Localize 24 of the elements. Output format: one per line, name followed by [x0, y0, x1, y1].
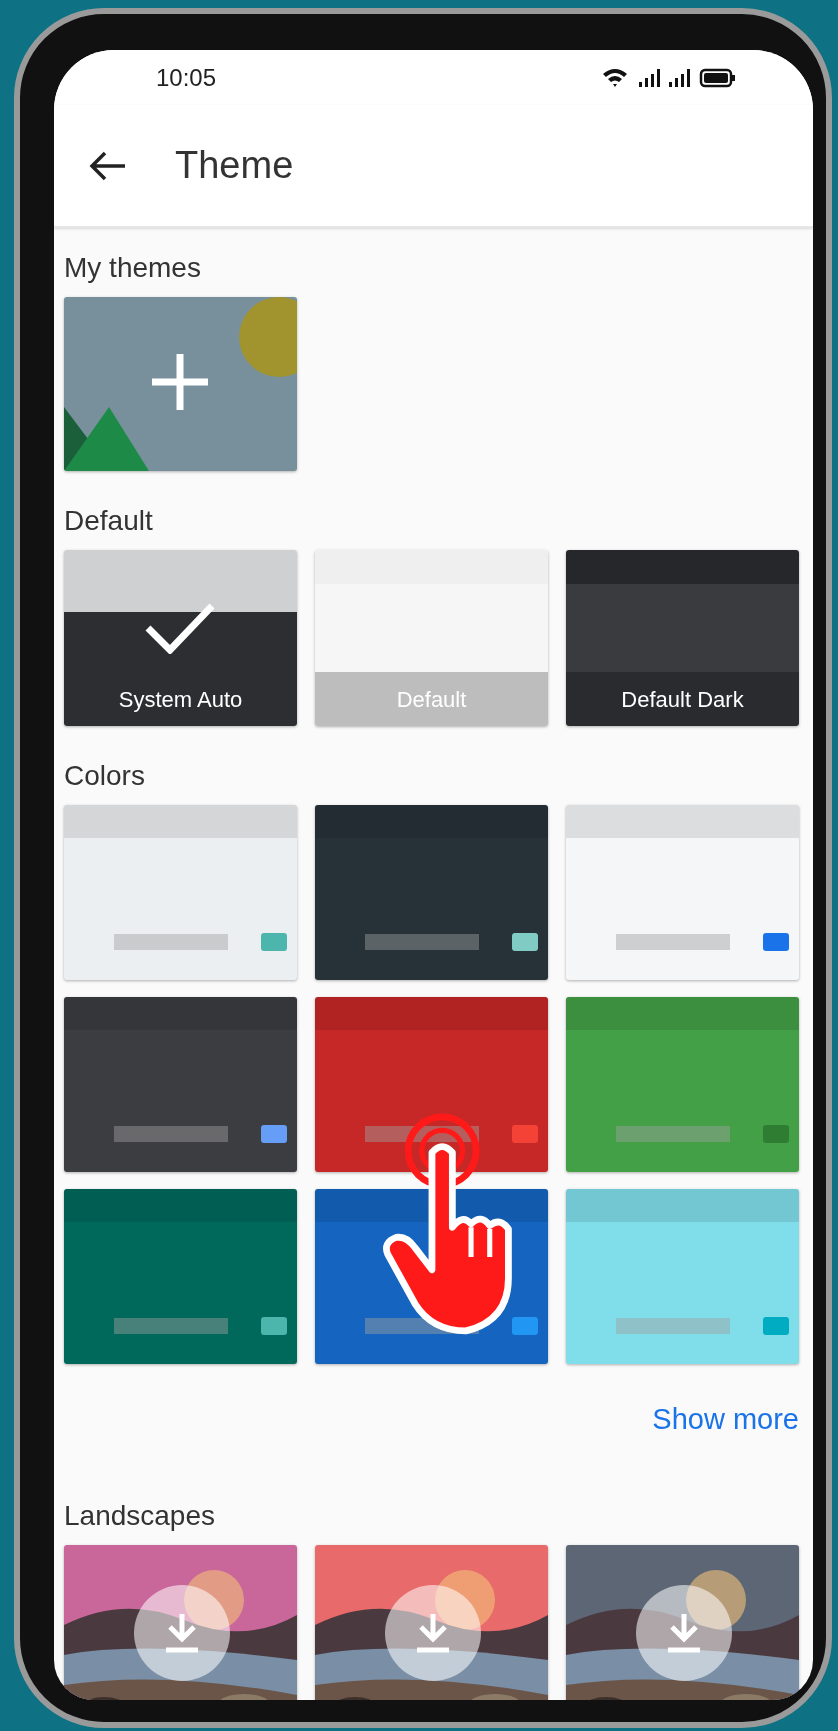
section-title: Colors: [64, 759, 146, 793]
color-theme-tile[interactable]: [64, 1189, 297, 1364]
color-theme-tile[interactable]: [566, 997, 799, 1172]
back-arrow-icon[interactable]: [89, 149, 127, 182]
landscape-plus-icon: [64, 297, 297, 471]
section-title: Default: [64, 504, 154, 538]
theme-tile[interactable]: System Auto: [64, 550, 297, 726]
color-theme-tile[interactable]: [64, 997, 297, 1172]
section-title: Landscapes: [64, 1498, 216, 1533]
color-theme-tile[interactable]: [315, 805, 548, 980]
signal-icon: [639, 68, 660, 87]
screen-title: Theme: [175, 143, 294, 188]
battery-icon: [699, 68, 735, 87]
add-theme-tile[interactable]: [64, 297, 297, 471]
color-theme-tile[interactable]: [566, 1189, 799, 1364]
wifi-icon: [603, 68, 627, 87]
color-theme-tile[interactable]: [64, 805, 297, 980]
color-theme-tile[interactable]: [315, 997, 548, 1172]
section-title: My themes: [64, 251, 202, 285]
color-theme-tile[interactable]: [566, 805, 799, 980]
checkmark-icon: [144, 602, 216, 654]
show-more-link[interactable]: Show more: [652, 1398, 799, 1442]
signal-icon: [669, 68, 690, 87]
status-time: 10:05: [156, 62, 217, 93]
